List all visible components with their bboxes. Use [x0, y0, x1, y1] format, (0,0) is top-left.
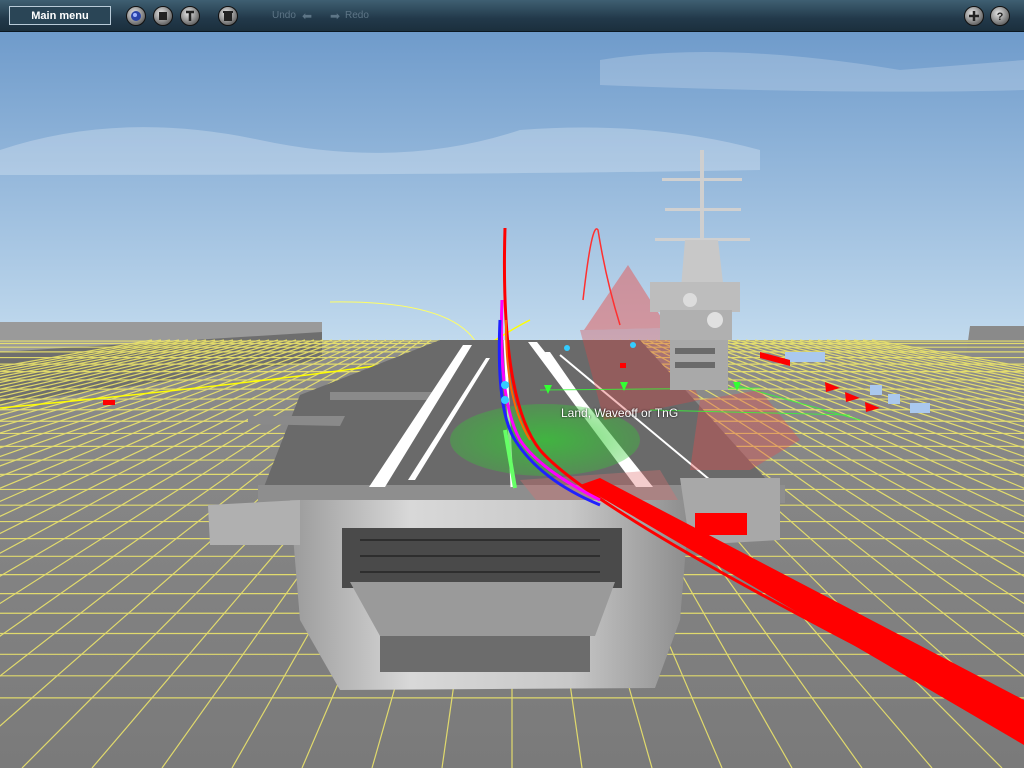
- main-menu-button[interactable]: Main menu: [9, 6, 111, 25]
- redo-button[interactable]: Redo: [345, 10, 369, 21]
- redo-arrow-icon: ➡: [330, 9, 341, 23]
- scene: [0, 32, 1024, 768]
- trash-icon: [223, 11, 233, 21]
- help-button[interactable]: ?: [990, 6, 1010, 26]
- hull-left-sponson: [208, 500, 300, 545]
- undo-arrow-icon: ⬅: [302, 9, 313, 23]
- hull-hangar-opening: [342, 528, 622, 588]
- globe-icon: [131, 11, 141, 21]
- hull-elevator: [350, 582, 615, 636]
- add-button[interactable]: [964, 6, 984, 26]
- wrench-icon: [186, 10, 194, 21]
- view-mode-button[interactable]: [126, 6, 146, 26]
- 3d-viewport[interactable]: Land, Waveoff or TnG: [0, 32, 1024, 768]
- undo-button[interactable]: Undo: [272, 10, 296, 21]
- svg-text:?: ?: [997, 11, 1004, 23]
- approach-status-label: Land, Waveoff or TnG: [561, 406, 679, 420]
- question-icon: ?: [997, 11, 1004, 23]
- deck-sponson-2: [330, 392, 440, 400]
- plus-icon: [969, 11, 979, 21]
- hull-lower-detail: [380, 636, 590, 672]
- stop-button[interactable]: [153, 6, 173, 26]
- red-highlight-box: [695, 513, 747, 535]
- stop-icon: [159, 12, 167, 20]
- toolbar: Main menu Undo ⬅ ➡ Redo ?: [0, 0, 1024, 32]
- tools-button[interactable]: [180, 6, 200, 26]
- delete-button[interactable]: [218, 6, 238, 26]
